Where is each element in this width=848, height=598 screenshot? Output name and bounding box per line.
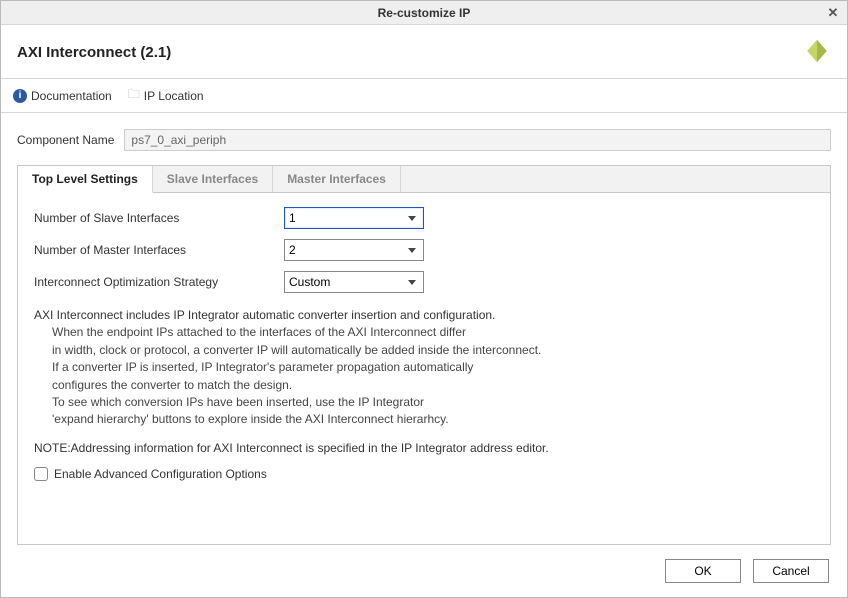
note-text: NOTE:Addressing information for AXI Inte… (34, 441, 814, 455)
advanced-options-checkbox[interactable] (34, 467, 48, 481)
optimization-strategy-label: Interconnect Optimization Strategy (34, 275, 284, 289)
desc-line: 'expand hierarchy' buttons to explore in… (34, 411, 814, 428)
xilinx-logo-icon (803, 37, 831, 68)
dialog-window: Re-customize IP ✕ AXI Interconnect (2.1)… (0, 0, 848, 598)
documentation-link[interactable]: i Documentation (13, 89, 112, 103)
tab-label: Master Interfaces (287, 172, 386, 186)
dialog-body: Component Name Top Level Settings Slave … (1, 113, 847, 545)
slave-interfaces-select[interactable]: 1 (284, 207, 424, 229)
tab-top-level-settings[interactable]: Top Level Settings (18, 166, 153, 193)
optimization-strategy-row: Interconnect Optimization Strategy Custo… (34, 271, 814, 293)
desc-line: in width, clock or protocol, a converter… (34, 342, 814, 359)
description-block: AXI Interconnect includes IP Integrator … (34, 307, 814, 429)
ok-button[interactable]: OK (665, 559, 741, 583)
page-title: AXI Interconnect (2.1) (17, 44, 171, 61)
close-icon[interactable]: ✕ (825, 5, 841, 21)
desc-line: If a converter IP is inserted, IP Integr… (34, 359, 814, 376)
advanced-options-label: Enable Advanced Configuration Options (54, 467, 267, 481)
desc-line: To see which conversion IPs have been in… (34, 394, 814, 411)
ip-location-label: IP Location (144, 89, 204, 103)
tabstrip: Top Level Settings Slave Interfaces Mast… (17, 165, 831, 193)
master-interfaces-row: Number of Master Interfaces 2 (34, 239, 814, 261)
desc-intro: AXI Interconnect includes IP Integrator … (34, 307, 814, 324)
ip-location-link[interactable]: 🗀 IP Location (128, 85, 204, 106)
slave-interfaces-row: Number of Slave Interfaces 1 (34, 207, 814, 229)
info-icon: i (13, 89, 27, 103)
folder-icon: 🗀 (128, 85, 140, 106)
component-name-row: Component Name (17, 129, 831, 151)
documentation-label: Documentation (31, 89, 112, 103)
window-title: Re-customize IP (378, 6, 471, 20)
slave-interfaces-label: Number of Slave Interfaces (34, 211, 284, 225)
tab-slave-interfaces[interactable]: Slave Interfaces (153, 166, 273, 192)
desc-line: configures the converter to match the de… (34, 377, 814, 394)
toolbar: i Documentation 🗀 IP Location (1, 78, 847, 113)
optimization-strategy-select-wrap: Custom (284, 271, 424, 293)
titlebar: Re-customize IP ✕ (1, 1, 847, 25)
master-interfaces-select-wrap: 2 (284, 239, 424, 261)
tab-content: Number of Slave Interfaces 1 Number of M… (17, 193, 831, 545)
ok-label: OK (694, 564, 711, 578)
tab-label: Top Level Settings (32, 172, 138, 186)
optimization-strategy-select[interactable]: Custom (284, 271, 424, 293)
desc-line: When the endpoint IPs attached to the in… (34, 324, 814, 341)
advanced-options-row: Enable Advanced Configuration Options (34, 467, 814, 481)
component-name-label: Component Name (17, 133, 114, 147)
component-name-input[interactable] (124, 129, 831, 151)
dialog-header: AXI Interconnect (2.1) (1, 25, 847, 78)
master-interfaces-select[interactable]: 2 (284, 239, 424, 261)
cancel-label: Cancel (772, 564, 809, 578)
slave-interfaces-select-wrap: 1 (284, 207, 424, 229)
dialog-footer: OK Cancel (1, 545, 847, 597)
cancel-button[interactable]: Cancel (753, 559, 829, 583)
tab-master-interfaces[interactable]: Master Interfaces (273, 166, 401, 192)
tab-label: Slave Interfaces (167, 172, 258, 186)
master-interfaces-label: Number of Master Interfaces (34, 243, 284, 257)
